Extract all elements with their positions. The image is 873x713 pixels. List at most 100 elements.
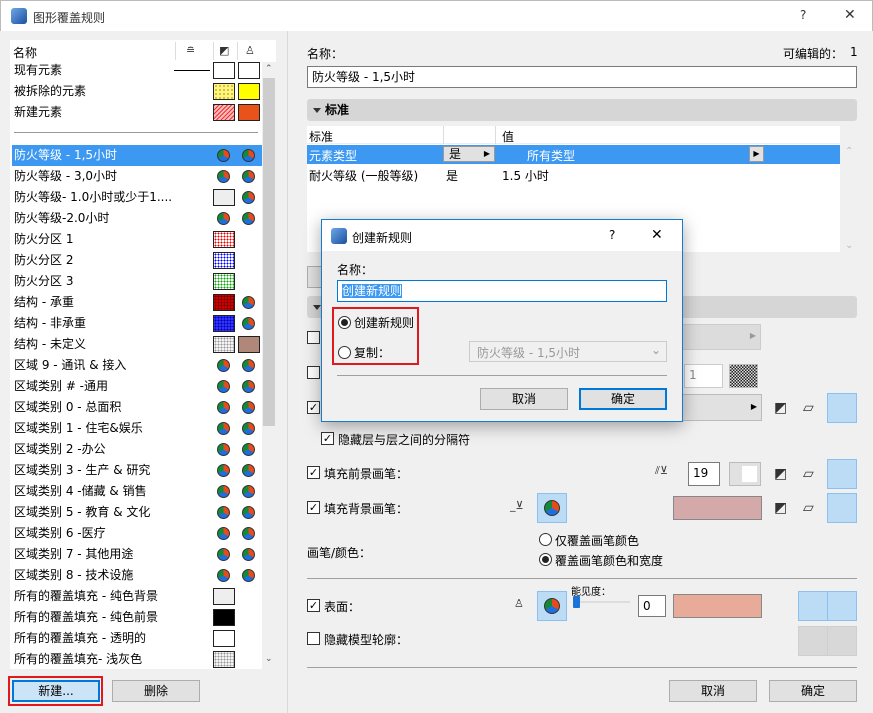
dialog-name-label: 名称： (337, 263, 374, 277)
delete-rule-button[interactable]: 删除 (112, 680, 200, 702)
line-type-dropdown[interactable]: ▶ (680, 324, 761, 350)
drafting-fill-button[interactable] (827, 393, 857, 423)
contour-alt-button[interactable] (827, 626, 857, 656)
dialog-help-button[interactable]: ? (609, 228, 615, 242)
pen-color-width-radio[interactable] (539, 553, 552, 566)
dialog-divider (337, 375, 667, 376)
drafting-fill-button[interactable] (827, 493, 857, 523)
surface-checkbox[interactable]: ✓ (307, 599, 320, 612)
cancel-button[interactable]: 取消 (669, 680, 757, 702)
contour-button[interactable] (798, 626, 828, 656)
fill-type-checkbox[interactable]: ✓ (307, 401, 320, 414)
list-item[interactable]: 防火分区 1 (12, 229, 262, 250)
list-item[interactable]: 结构 - 非承重 (12, 313, 262, 334)
cut-fill-icon[interactable]: ◩ (774, 466, 787, 482)
list-item[interactable]: 防火等级- 1.0小时或少于1.... (12, 187, 262, 208)
line-pen-input[interactable]: 1 (684, 364, 723, 388)
list-item[interactable]: 结构 - 承重 (12, 292, 262, 313)
list-item[interactable]: 区域类别 8 - 技术设施 (12, 565, 262, 586)
line-pen-checkbox[interactable] (307, 366, 320, 379)
cover-fill-icon[interactable]: ▱ (803, 500, 814, 516)
cover-fill-icon[interactable]: ▱ (803, 400, 814, 416)
table-row[interactable]: 元素类型 是 ▶ 所有类型 ▶ (307, 145, 840, 164)
list-item[interactable]: 区域类别 6 -医疗 (12, 523, 262, 544)
scroll-down-icon[interactable]: ⌄ (265, 654, 273, 664)
pen-color-width-label: 覆盖画笔颜色和宽度 (555, 554, 664, 568)
cut-fill-icon[interactable]: ◩ (774, 500, 787, 516)
operator-dropdown[interactable]: 是 ▶ (443, 146, 495, 162)
visibility-slider-handle[interactable] (573, 596, 580, 608)
dialog-close-button[interactable]: ✕ (651, 227, 663, 243)
scroll-up-icon[interactable]: ⌃ (265, 64, 273, 74)
list-item-label: 区域类别 7 - 其他用途 (14, 547, 134, 561)
line-override-checkbox[interactable] (307, 331, 320, 344)
empty-cell (238, 630, 260, 647)
table-row[interactable]: 耐火等级 (一般等级) 是 1.5 小时 (307, 165, 840, 184)
create-new-radio[interactable] (338, 316, 351, 329)
criteria-section-header[interactable]: 标准 (307, 99, 857, 121)
fill-bg-pen-button[interactable] (537, 493, 567, 523)
close-button[interactable]: ✕ (844, 7, 856, 23)
fill-swatch (213, 651, 235, 668)
rule-name-input[interactable]: 防火等级 - 1,5小时 (307, 66, 857, 88)
list-item[interactable]: 区域类别 2 -办公 (12, 439, 262, 460)
dialog-cancel-button[interactable]: 取消 (480, 388, 568, 410)
scrollbar-thumb[interactable] (263, 78, 275, 426)
list-item[interactable]: 防火分区 3 (12, 271, 262, 292)
hide-contour-checkbox[interactable] (307, 632, 320, 645)
list-item[interactable]: 所有的覆盖填充 - 纯色背景 (12, 586, 262, 607)
list-item[interactable]: 所有的覆盖填充 - 透明的 (12, 628, 262, 649)
visibility-input[interactable]: 0 (638, 595, 666, 617)
list-item[interactable]: 区域类别 3 - 生产 & 研究 (12, 460, 262, 481)
list-item[interactable]: 防火等级 - 3,0小时 (12, 166, 262, 187)
hide-separator-checkbox[interactable]: ✓ (321, 432, 334, 445)
fill-fg-checkbox[interactable]: ✓ (307, 466, 320, 479)
list-item[interactable]: 区域类别 1 - 住宅&娱乐 (12, 418, 262, 439)
list-item[interactable]: 区域类别 # -通用 (12, 376, 262, 397)
help-button[interactable]: ? (800, 8, 806, 22)
pen-color-only-radio[interactable] (539, 533, 552, 546)
pie-icon (242, 170, 255, 183)
copy-source-dropdown[interactable]: 防火等级 - 1,5小时 ⌄ (469, 341, 667, 362)
list-item[interactable]: 所有的覆盖填充- 浅灰色 (12, 649, 262, 670)
list-item[interactable]: 区域 9 - 通讯 & 接入 (12, 355, 262, 376)
list-item-label: 区域类别 2 -办公 (14, 442, 106, 456)
list-item[interactable]: 区域类别 4 -储藏 & 销售 (12, 481, 262, 502)
ok-button[interactable]: 确定 (769, 680, 857, 702)
dialog-ok-button[interactable]: 确定 (579, 388, 667, 410)
fill-fg-color-swatch[interactable] (729, 462, 761, 486)
cover-fill-icon[interactable]: ▱ (803, 466, 814, 482)
table-scroll-down-icon[interactable]: ⌄ (845, 240, 853, 251)
cut-fill-icon[interactable]: ◩ (774, 400, 787, 416)
fill-bg-checkbox[interactable]: ✓ (307, 501, 320, 514)
list-item[interactable]: 防火等级-2.0小时 (12, 208, 262, 229)
list-item[interactable]: 区域类别 7 - 其他用途 (12, 544, 262, 565)
surface-override-button[interactable] (798, 591, 828, 621)
fill-swatch (213, 294, 235, 311)
pen-color-icon (213, 525, 235, 542)
pen-pattern-swatch[interactable] (729, 364, 758, 388)
surface-override-alt-button[interactable] (827, 591, 857, 621)
legend-label: 新建元素 (14, 105, 63, 119)
list-item[interactable]: 所有的覆盖填充 - 纯色前景 (12, 607, 262, 628)
visibility-slider[interactable] (573, 601, 630, 603)
surface-pen-button[interactable] (537, 591, 567, 621)
list-item[interactable]: 区域类别 5 - 教育 & 文化 (12, 502, 262, 523)
surface-color-swatch[interactable] (673, 594, 762, 618)
list-item[interactable]: 区域类别 0 - 总面积 (12, 397, 262, 418)
new-rule-button[interactable]: 新建... (12, 680, 100, 702)
list-item[interactable]: 防火等级 - 1,5小时 (12, 145, 262, 166)
dialog-name-input[interactable]: 创建新规则 (337, 280, 667, 302)
rules-list[interactable]: 名称 ≘ ◩ ♙ 现有元素 被拆除的元素 新建元素 防火等级 - 1,5小时 防火… (10, 40, 276, 669)
list-item[interactable]: 结构 - 未定义 (12, 334, 262, 355)
fill-bg-color-swatch[interactable] (673, 496, 762, 520)
copy-radio[interactable] (338, 346, 351, 359)
drafting-fill-button[interactable] (827, 459, 857, 489)
fill-fg-pen-input[interactable]: 19 (688, 462, 720, 486)
list-item[interactable]: 防火分区 2 (12, 250, 262, 271)
section-title: 标准 (325, 103, 350, 117)
fill-type-dropdown[interactable]: ▶ (682, 394, 762, 421)
surface-swatch (238, 104, 260, 121)
table-scroll-up-icon[interactable]: ⌃ (845, 146, 853, 157)
value-picker-button[interactable]: ▶ (749, 146, 764, 162)
